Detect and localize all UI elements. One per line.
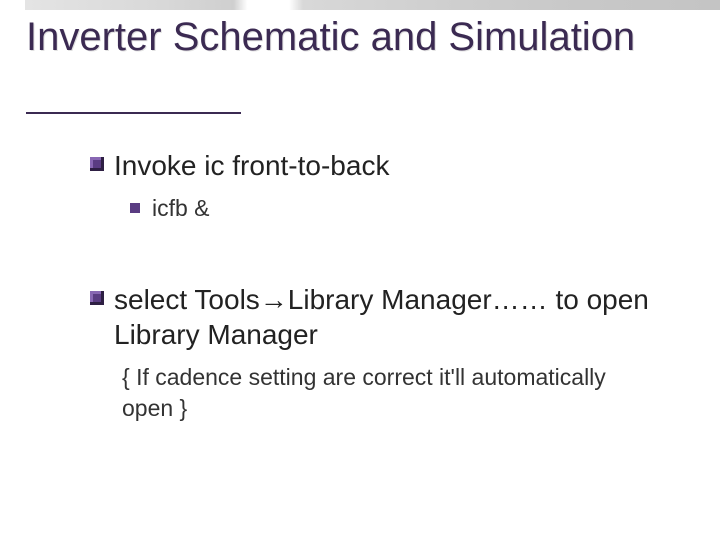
bullet-level1: Invoke ic front-to-back [90,148,660,183]
text-part: select Tools [114,284,260,315]
bullet-text: Invoke ic front-to-back [114,148,389,183]
slide: Inverter Schematic and Simulation Invoke… [0,0,720,540]
slide-title: Inverter Schematic and Simulation [26,14,690,60]
arrow-icon: → [260,284,288,315]
square-bullet-icon [130,203,140,213]
diamond-bullet-icon [90,291,104,305]
slide-body: Invoke ic front-to-back icfb & select To… [90,140,660,424]
diamond-bullet-icon [90,157,104,171]
spacer [90,240,660,274]
bullet-level2: icfb & [130,195,660,222]
bullet-text: { If cadence setting are correct it'll a… [122,362,660,424]
bullet-text: select Tools→Library Manager…… to open L… [114,282,660,352]
bullet-level3: { If cadence setting are correct it'll a… [122,362,660,424]
bullet-level1: select Tools→Library Manager…… to open L… [90,282,660,352]
bullet-text: icfb & [152,195,210,222]
slide-top-divider [25,0,720,10]
title-underline [26,112,241,114]
